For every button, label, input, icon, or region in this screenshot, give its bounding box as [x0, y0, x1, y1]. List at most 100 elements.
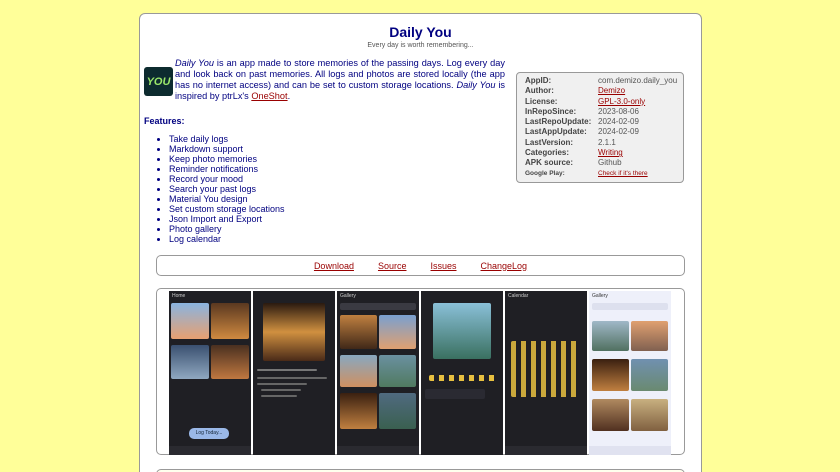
- log-today-button[interactable]: Log Today...: [189, 428, 229, 439]
- info-value: 2024-02-09: [598, 127, 639, 137]
- app-card: Daily You Every day is worth remembering…: [139, 13, 702, 472]
- photo-thumb: [631, 359, 668, 391]
- photo-thumb: [379, 355, 416, 387]
- text-line: [261, 395, 297, 397]
- screenshot-mood[interactable]: [421, 291, 503, 455]
- photo-thumb: [379, 393, 416, 429]
- page-subtitle: Every day is worth remembering...: [367, 42, 474, 49]
- photo-thumb: [340, 315, 377, 349]
- info-row-license: License: GPL-3.0-only: [525, 97, 683, 107]
- info-value: 2.1.1: [598, 137, 616, 147]
- feature-item: Record your mood: [169, 174, 285, 184]
- info-value: Github: [598, 158, 622, 168]
- text-box: [425, 389, 485, 399]
- photo-thumb: [211, 303, 249, 339]
- mood-row: [429, 375, 497, 381]
- screenshot-label: Home: [172, 293, 186, 299]
- info-value: 2024-02-09: [598, 117, 639, 127]
- photo-thumb: [592, 399, 629, 431]
- screenshot-home[interactable]: Home Log Today...: [169, 291, 251, 455]
- screenshot-gallery-dark[interactable]: Gallery: [337, 291, 419, 455]
- feature-item: Log calendar: [169, 234, 285, 244]
- feature-item: Take daily logs: [169, 134, 285, 144]
- text-line: [257, 383, 307, 385]
- feature-item: Set custom storage locations: [169, 204, 285, 214]
- features-list: Take daily logs Markdown support Keep ph…: [169, 134, 285, 244]
- category-link[interactable]: Writing: [598, 148, 623, 157]
- info-value: 2023-08-06: [598, 106, 639, 116]
- info-row-googleplay: Google Play: Check if it's there: [525, 169, 683, 179]
- info-key: Google Play:: [525, 169, 565, 177]
- page-title: Daily You: [389, 24, 452, 40]
- info-key: LastVersion:: [525, 137, 574, 147]
- app-icon-text: YOU: [146, 75, 171, 88]
- screenshot-label: Calendar: [508, 293, 529, 299]
- calendar-grid: [511, 341, 581, 397]
- text-line: [257, 369, 317, 371]
- oneshot-link[interactable]: OneShot: [251, 91, 287, 101]
- screenshot-entry[interactable]: [253, 291, 335, 455]
- feature-item: Reminder notifications: [169, 164, 285, 174]
- feature-item: Json Import and Export: [169, 214, 285, 224]
- screenshot-gallery-light[interactable]: Gallery: [589, 291, 671, 455]
- info-row-inreposince: InRepoSince: 2023-08-06: [525, 107, 683, 117]
- source-link[interactable]: Source: [378, 261, 407, 271]
- photo-thumb: [171, 303, 209, 339]
- info-value: com.demizo.daily_you: [598, 76, 678, 85]
- info-key: APK source:: [525, 158, 574, 168]
- feature-item: Markdown support: [169, 144, 285, 154]
- bottom-nav: [589, 446, 671, 455]
- screenshot-gallery: Home Log Today... Gallery Calendar Galle…: [156, 288, 685, 455]
- feature-item: Material You design: [169, 194, 285, 204]
- info-key: InRepoSince:: [525, 106, 577, 116]
- info-row-lastrepoupdate: LastRepoUpdate: 2024-02-09: [525, 117, 683, 127]
- info-key: LastAppUpdate:: [525, 127, 587, 137]
- screenshot-label: Gallery: [340, 293, 356, 299]
- info-key: LastRepoUpdate:: [525, 117, 592, 127]
- app-description: Daily You is an app made to store memori…: [175, 58, 505, 102]
- license-link[interactable]: GPL-3.0-only: [598, 97, 645, 106]
- info-row-categories: Categories: Writing: [525, 148, 683, 158]
- desc-app-name: Daily You: [175, 58, 215, 68]
- issues-link[interactable]: Issues: [431, 261, 457, 271]
- photo-thumb: [171, 345, 209, 379]
- search-bar: [592, 303, 668, 310]
- info-row-appid: AppID: com.demizo.daily_you: [525, 76, 683, 86]
- feature-item: Keep photo memories: [169, 154, 285, 164]
- feature-item: Search your past logs: [169, 184, 285, 194]
- info-key: AppID:: [525, 76, 552, 85]
- info-row-author: Author: Demizo: [525, 86, 683, 96]
- photo-thumb: [263, 303, 325, 361]
- screenshot-label: Gallery: [592, 293, 608, 299]
- download-link[interactable]: Download: [314, 261, 354, 271]
- google-play-link[interactable]: Check if it's there: [598, 170, 648, 177]
- links-bar: Download Source Issues ChangeLog: [156, 255, 685, 276]
- photo-thumb: [211, 345, 249, 379]
- info-row-lastappupdate: LastAppUpdate: 2024-02-09: [525, 127, 683, 137]
- photo-thumb: [592, 321, 629, 351]
- photo-thumb: [631, 321, 668, 351]
- info-row-apksource: APK source: Github: [525, 158, 683, 168]
- photo-thumb: [592, 359, 629, 391]
- photo-thumb: [379, 315, 416, 349]
- bottom-nav: [505, 446, 587, 455]
- features-label: Features:: [144, 116, 185, 126]
- photo-thumb: [433, 303, 491, 359]
- app-info-box: AppID: com.demizo.daily_you Author: Demizo…: [516, 72, 684, 183]
- info-key: License:: [525, 96, 558, 106]
- photo-thumb: [340, 393, 377, 429]
- app-icon: YOU: [144, 67, 173, 96]
- search-bar: [340, 303, 416, 310]
- bottom-nav: [169, 446, 251, 455]
- info-row-lastversion: LastVersion: 2.1.1: [525, 138, 683, 148]
- author-link[interactable]: Demizo: [598, 86, 625, 95]
- feature-item: Photo gallery: [169, 224, 285, 234]
- changelog-link[interactable]: ChangeLog: [481, 261, 528, 271]
- text-line: [257, 377, 327, 379]
- info-key: Author:: [525, 86, 554, 96]
- photo-thumb: [340, 355, 377, 387]
- screenshot-calendar[interactable]: Calendar: [505, 291, 587, 455]
- info-key: Categories:: [525, 148, 570, 158]
- desc-end: .: [287, 91, 291, 101]
- desc-app-name-2: Daily You: [456, 80, 496, 90]
